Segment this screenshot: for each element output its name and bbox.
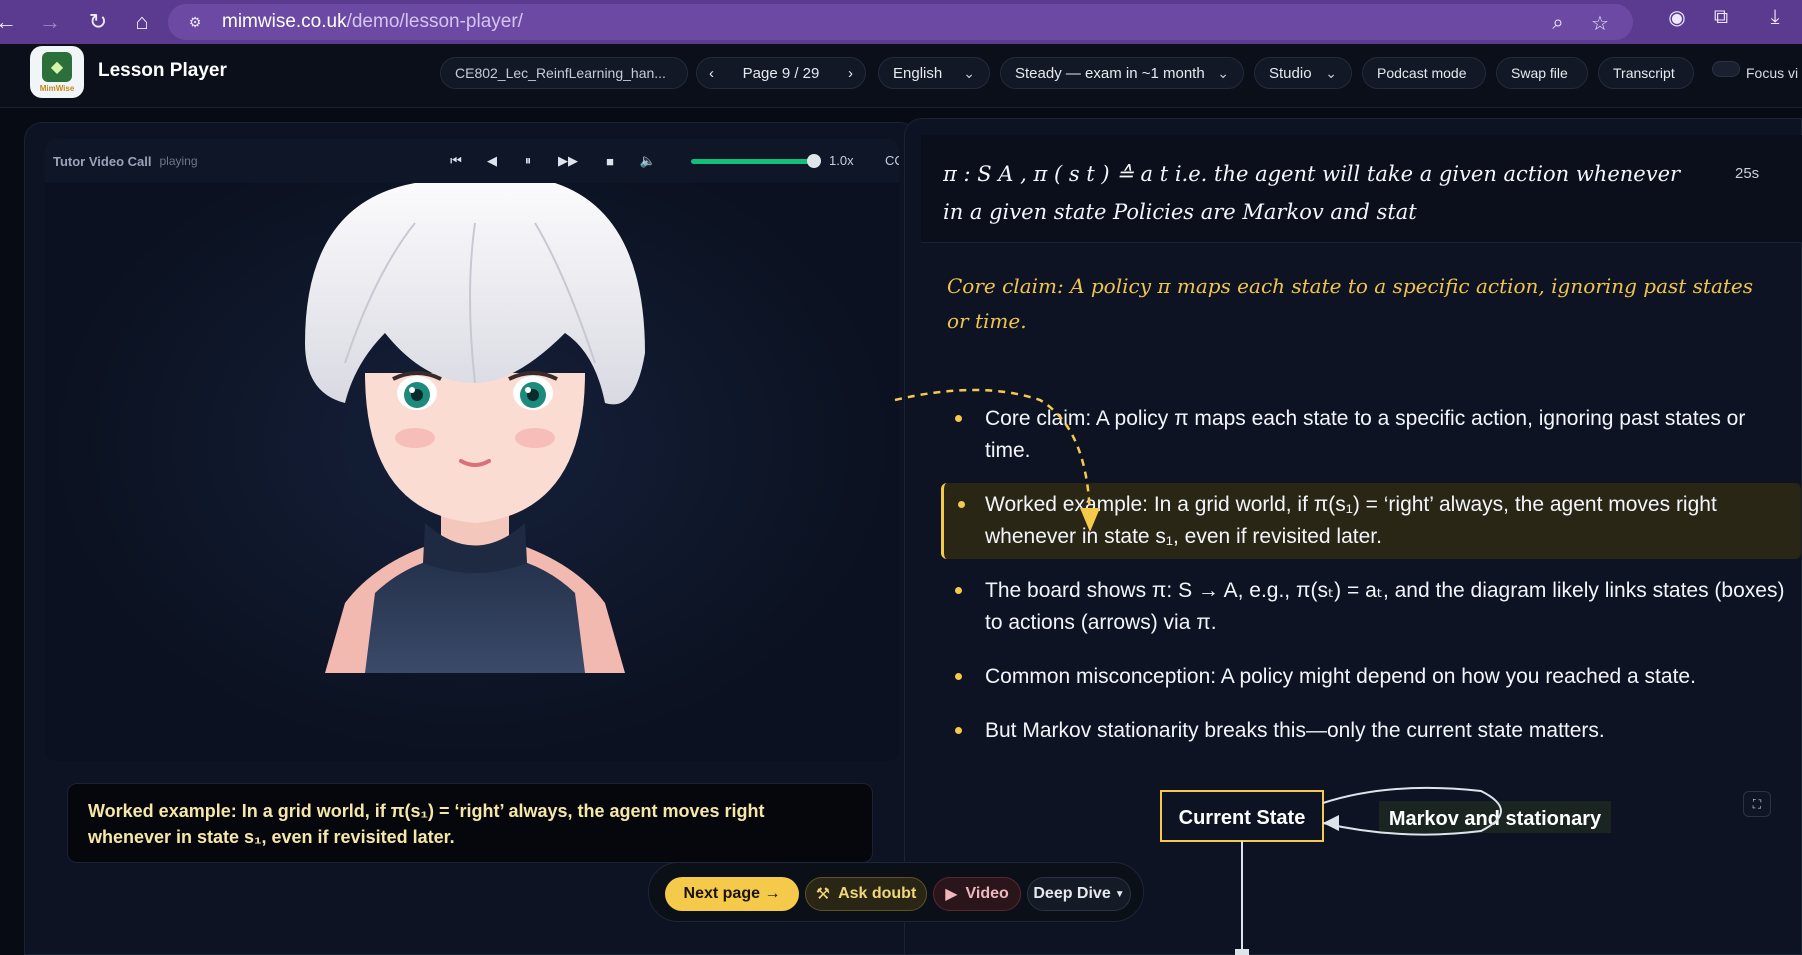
volume-slider[interactable] bbox=[691, 159, 813, 164]
playback-speed[interactable]: 1.0x bbox=[829, 153, 854, 168]
video-status: playing bbox=[159, 154, 198, 168]
bullet-text: Common misconception: A policy might dep… bbox=[985, 665, 1696, 688]
forward-icon[interactable]: → bbox=[32, 4, 68, 40]
bullet-text: But Markov stationarity breaks this—only… bbox=[985, 719, 1605, 742]
swap-file-button[interactable]: Swap file bbox=[1496, 57, 1588, 89]
focus-toggle[interactable] bbox=[1712, 61, 1740, 77]
pointer-arrow bbox=[894, 388, 1100, 532]
extensions-puzzle-icon[interactable]: ⧉ bbox=[1708, 4, 1734, 30]
board-timer: 25s bbox=[1735, 165, 1760, 182]
owl-logo-icon: ◆ bbox=[42, 51, 72, 82]
bullet-item[interactable]: Common misconception: A policy might dep… bbox=[941, 655, 1801, 699]
step-back-icon[interactable]: ◀ bbox=[481, 151, 503, 171]
bullet-item[interactable]: But Markov stationarity breaks this—only… bbox=[941, 709, 1801, 753]
mode-select[interactable]: Studio ⌄ bbox=[1254, 57, 1352, 89]
ask-doubt-button[interactable]: ⚒ Ask doubt bbox=[805, 877, 927, 911]
current-state-label: Current State bbox=[1179, 807, 1306, 829]
arrow-head bbox=[1323, 815, 1339, 831]
reload-icon[interactable]: ↻ bbox=[80, 4, 116, 40]
next-page-icon[interactable]: › bbox=[848, 65, 853, 82]
home-icon[interactable]: ⌂ bbox=[124, 4, 160, 40]
bullet-dot-icon bbox=[955, 587, 962, 594]
video-label: Video bbox=[965, 885, 1009, 902]
bullet-dot-icon bbox=[955, 727, 962, 734]
bullet-dot-icon bbox=[955, 673, 962, 680]
bookmark-star-icon[interactable]: ☆ bbox=[1587, 10, 1613, 36]
video-card: Tutor Video Call playing ⏮ ◀ ⏸ ▶▶ ■ 🔈 1.… bbox=[45, 139, 899, 761]
deep-dive-label: Deep Dive bbox=[1033, 885, 1111, 902]
page-pager: ‹ Page 9 / 29 › bbox=[696, 57, 866, 89]
page-indicator: Page 9 / 29 bbox=[742, 64, 820, 82]
chevron-down-icon: ⌄ bbox=[1217, 64, 1229, 81]
video-button[interactable]: ▶ Video bbox=[933, 877, 1021, 911]
avatar-stage bbox=[45, 183, 899, 761]
download-icon[interactable]: ⤓ bbox=[1762, 4, 1788, 30]
chevron-down-icon: ⌄ bbox=[1325, 64, 1337, 81]
logo-text: MimWise bbox=[39, 83, 75, 93]
app-title: Lesson Player bbox=[98, 60, 227, 81]
volume-slider-handle[interactable] bbox=[807, 154, 821, 168]
board-formula: π : S A , π ( s t ) ≙ a t i.e. the agent… bbox=[943, 162, 1681, 224]
down-edge-cap bbox=[1235, 949, 1249, 955]
site-settings-icon[interactable]: ⚙ bbox=[184, 11, 206, 33]
volume-icon[interactable]: 🔈 bbox=[637, 151, 659, 171]
transcript-button[interactable]: Transcript bbox=[1598, 57, 1694, 89]
caption-box: Worked example: In a grid world, if π(s₁… bbox=[67, 783, 873, 863]
hammer-icon: ⚒ bbox=[815, 886, 831, 903]
extension-area: ◉ ⧉ ⤓ bbox=[1664, 4, 1802, 30]
zoom-icon[interactable]: ⌕ bbox=[1545, 10, 1571, 36]
pace-select[interactable]: Steady — exam in ~1 month ⌄ bbox=[1000, 57, 1244, 89]
fast-forward-icon[interactable]: ▶▶ bbox=[557, 151, 579, 171]
ask-doubt-label: Ask doubt bbox=[838, 885, 917, 902]
play-icon: ▶ bbox=[945, 886, 958, 903]
board-header: π : S A , π ( s t ) ≙ a t i.e. the agent… bbox=[921, 135, 1802, 243]
address-bar[interactable]: ⚙ mimwise.co.uk/demo/lesson-player/ ⌕ ☆ bbox=[168, 4, 1633, 40]
expand-diagram-icon[interactable]: ⛶ bbox=[1743, 791, 1771, 817]
tutor-avatar bbox=[305, 183, 645, 673]
video-toolbar: Tutor Video Call playing ⏮ ◀ ⏸ ▶▶ ■ 🔈 1.… bbox=[45, 139, 899, 183]
next-page-button[interactable]: Next page → bbox=[665, 877, 799, 911]
language-select[interactable]: English ⌄ bbox=[878, 57, 990, 89]
pause-icon[interactable]: ⏸ bbox=[517, 151, 539, 171]
skip-start-icon[interactable]: ⏮ bbox=[445, 151, 467, 171]
core-claim: Core claim: A policy π maps each state t… bbox=[947, 274, 1754, 333]
file-name: CE802_Lec_ReinfLearning_han... bbox=[455, 65, 666, 81]
action-bar: Next page → ⚒ Ask doubt ▶ Video Deep Div… bbox=[648, 862, 1144, 922]
captions-button[interactable]: CC bbox=[885, 153, 899, 168]
prev-page-icon[interactable]: ‹ bbox=[709, 65, 714, 82]
video-label: Tutor Video Call bbox=[53, 153, 152, 169]
mode-value: Studio bbox=[1269, 64, 1312, 82]
caret-down-icon: ▼ bbox=[1114, 888, 1125, 900]
app-header: ◆ MimWise Lesson Player CE802_Lec_ReinfL… bbox=[0, 44, 1802, 108]
url-text[interactable]: mimwise.co.uk/demo/lesson-player/ bbox=[222, 11, 523, 33]
focus-label: Focus vi bbox=[1746, 65, 1799, 81]
bullet-text: The board shows π: S → A, e.g., π(sₜ) = … bbox=[985, 579, 1785, 634]
chevron-down-icon: ⌄ bbox=[963, 64, 975, 81]
next-page-label: Next page → bbox=[683, 885, 781, 902]
app-logo[interactable]: ◆ MimWise bbox=[30, 46, 84, 98]
language-value: English bbox=[893, 64, 943, 82]
markov-label: Markov and stationary bbox=[1389, 808, 1602, 830]
stop-icon[interactable]: ■ bbox=[599, 151, 621, 171]
file-selector[interactable]: CE802_Lec_ReinfLearning_han... bbox=[440, 57, 688, 89]
podcast-mode-button[interactable]: Podcast mode bbox=[1362, 57, 1486, 89]
tutor-panel: Tutor Video Call playing ⏮ ◀ ⏸ ▶▶ ■ 🔈 1.… bbox=[24, 122, 918, 955]
deep-dive-button[interactable]: Deep Dive ▼ bbox=[1027, 877, 1131, 911]
pace-value: Steady — exam in ~1 month bbox=[1015, 64, 1205, 82]
profile-extension-icon[interactable]: ◉ bbox=[1664, 4, 1690, 30]
bullet-item[interactable]: The board shows π: S → A, e.g., π(sₜ) = … bbox=[941, 569, 1801, 645]
back-icon[interactable]: ← bbox=[0, 4, 24, 40]
